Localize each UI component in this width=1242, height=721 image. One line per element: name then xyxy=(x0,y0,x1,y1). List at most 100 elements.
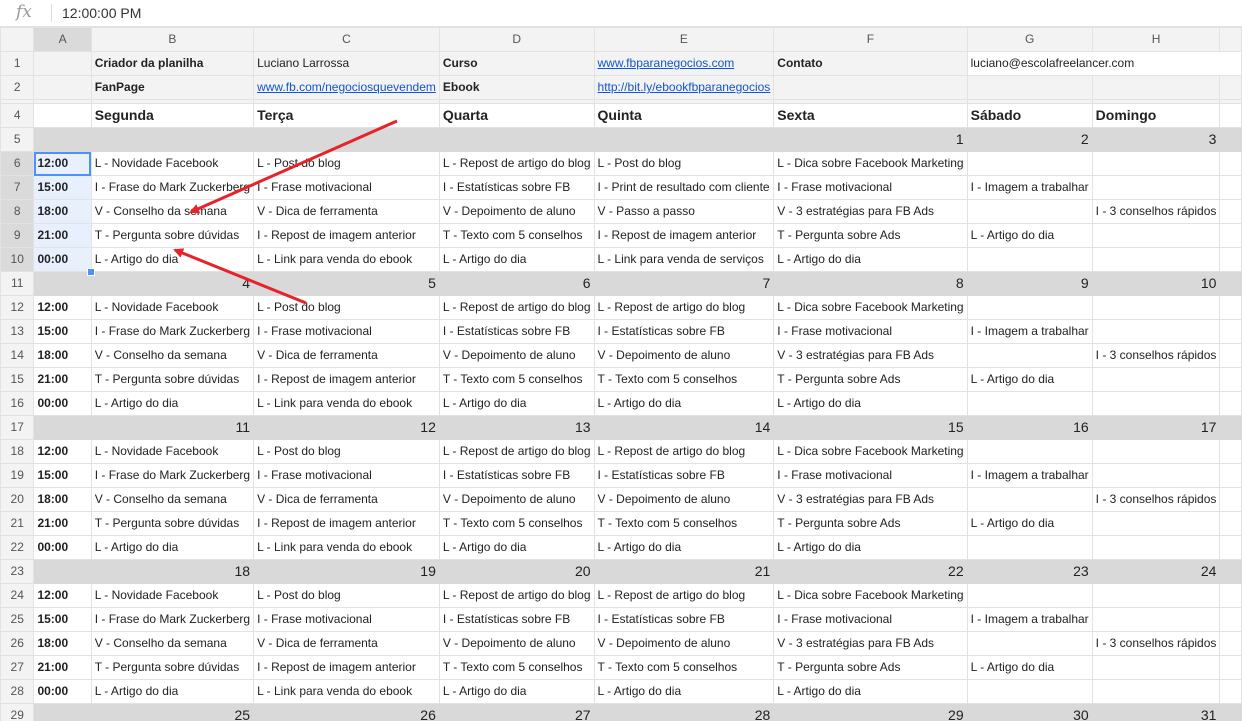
time-cell[interactable]: 15:00 xyxy=(33,175,92,200)
date-cell[interactable] xyxy=(90,127,255,152)
post-cell[interactable]: I - Frase do Mark Zuckerberg xyxy=(90,463,255,488)
row-header[interactable]: 11 xyxy=(0,271,35,296)
post-cell[interactable]: L - Post do blog xyxy=(253,151,440,176)
post-cell[interactable]: V - Dica de ferramenta xyxy=(253,487,440,512)
cell[interactable] xyxy=(1219,75,1242,100)
date-cell[interactable] xyxy=(438,127,595,152)
date-cell[interactable]: 26 xyxy=(253,703,440,721)
time-cell[interactable]: 15:00 xyxy=(33,319,92,344)
cell[interactable] xyxy=(1091,75,1221,100)
post-cell[interactable]: V - Depoimento de aluno xyxy=(438,631,595,656)
cell[interactable] xyxy=(1219,487,1242,512)
date-cell[interactable] xyxy=(253,127,440,152)
post-cell[interactable]: V - Depoimento de aluno xyxy=(593,343,775,368)
post-cell[interactable]: L - Artigo do dia xyxy=(90,535,255,560)
time-cell[interactable]: 21:00 xyxy=(33,511,92,536)
post-cell[interactable]: L - Artigo do dia xyxy=(966,655,1093,680)
date-cell[interactable]: 28 xyxy=(593,703,775,721)
post-cell[interactable]: L - Novidade Facebook xyxy=(90,583,255,608)
cell[interactable] xyxy=(1219,583,1242,608)
post-cell[interactable]: L - Artigo do dia xyxy=(90,679,255,704)
post-cell[interactable]: I - Repost de imagem anterior xyxy=(253,655,440,680)
post-cell[interactable] xyxy=(1091,223,1221,248)
cell[interactable] xyxy=(1219,367,1242,392)
post-cell[interactable]: V - 3 estratégias para FB Ads xyxy=(773,199,968,224)
time-cell[interactable]: 21:00 xyxy=(33,367,92,392)
post-cell[interactable]: V - Conselho da semana xyxy=(90,487,255,512)
row-header[interactable]: 4 xyxy=(0,103,35,128)
date-cell[interactable]: 12 xyxy=(253,415,440,440)
post-cell[interactable] xyxy=(1091,439,1221,464)
post-cell[interactable]: L - Dica sobre Facebook Marketing xyxy=(773,439,968,464)
date-cell[interactable]: 30 xyxy=(966,703,1093,721)
date-cell[interactable]: 4 xyxy=(90,271,255,296)
cell[interactable] xyxy=(1219,655,1242,680)
cell[interactable] xyxy=(1219,559,1242,584)
cell[interactable] xyxy=(1219,103,1242,128)
date-cell[interactable]: 7 xyxy=(593,271,775,296)
post-cell[interactable]: I - Frase motivacional xyxy=(773,463,968,488)
date-cell[interactable]: 24 xyxy=(1091,559,1221,584)
post-cell[interactable]: L - Artigo do dia xyxy=(438,391,595,416)
post-cell[interactable] xyxy=(1091,295,1221,320)
date-cell[interactable]: 6 xyxy=(438,271,595,296)
post-cell[interactable]: L - Post do blog xyxy=(253,295,440,320)
post-cell[interactable] xyxy=(966,535,1093,560)
date-cell[interactable]: 8 xyxy=(773,271,968,296)
post-cell[interactable]: T - Pergunta sobre Ads xyxy=(773,223,968,248)
column-header-f[interactable]: F xyxy=(773,27,968,52)
post-cell[interactable]: T - Pergunta sobre dúvidas xyxy=(90,511,255,536)
cell[interactable] xyxy=(33,559,92,584)
post-cell[interactable] xyxy=(1091,391,1221,416)
column-header-b[interactable]: B xyxy=(90,27,255,52)
cell[interactable] xyxy=(1219,463,1242,488)
post-cell[interactable]: V - Dica de ferramenta xyxy=(253,631,440,656)
post-cell[interactable]: I - Frase motivacional xyxy=(253,463,440,488)
cell[interactable] xyxy=(1219,199,1242,224)
post-cell[interactable]: L - Repost de artigo do blog xyxy=(593,439,775,464)
date-cell[interactable]: 29 xyxy=(773,703,968,721)
post-cell[interactable]: I - 3 conselhos rápidos xyxy=(1091,343,1221,368)
row-header[interactable]: 27 xyxy=(0,655,35,680)
post-cell[interactable]: L - Artigo do dia xyxy=(438,535,595,560)
post-cell[interactable]: I - 3 conselhos rápidos xyxy=(1091,487,1221,512)
post-cell[interactable]: V - Passo a passo xyxy=(593,199,775,224)
cell[interactable] xyxy=(1219,631,1242,656)
post-cell[interactable]: L - Artigo do dia xyxy=(90,391,255,416)
fill-handle[interactable] xyxy=(87,267,96,276)
post-cell[interactable]: L - Dica sobre Facebook Marketing xyxy=(773,151,968,176)
column-header-extra[interactable] xyxy=(1219,27,1242,52)
post-cell[interactable]: L - Link para venda do ebook xyxy=(253,679,440,704)
cell[interactable] xyxy=(1219,679,1242,704)
column-header-c[interactable]: C xyxy=(253,27,440,52)
cell[interactable] xyxy=(773,75,968,100)
date-cell[interactable]: 10 xyxy=(1091,271,1221,296)
time-cell[interactable]: 12:00 xyxy=(33,295,92,320)
post-cell[interactable]: L - Link para venda do ebook xyxy=(253,535,440,560)
cell[interactable] xyxy=(33,75,92,100)
ebook-link[interactable]: http://bit.ly/ebookfbparanegocios xyxy=(593,75,775,100)
post-cell[interactable]: T - Texto com 5 conselhos xyxy=(593,511,775,536)
cell[interactable] xyxy=(1219,535,1242,560)
post-cell[interactable] xyxy=(1091,535,1221,560)
post-cell[interactable]: L - Post do blog xyxy=(253,583,440,608)
column-header-g[interactable]: G xyxy=(966,27,1093,52)
post-cell[interactable]: I - Frase motivacional xyxy=(773,175,968,200)
post-cell[interactable]: L - Novidade Facebook xyxy=(90,295,255,320)
post-cell[interactable] xyxy=(966,583,1093,608)
post-cell[interactable]: I - Estatísticas sobre FB xyxy=(438,175,595,200)
post-cell[interactable]: T - Texto com 5 conselhos xyxy=(593,367,775,392)
date-cell[interactable]: 1 xyxy=(773,127,968,152)
time-cell[interactable]: 21:00 xyxy=(33,223,92,248)
row-header[interactable]: 16 xyxy=(0,391,35,416)
post-cell[interactable]: T - Pergunta sobre dúvidas xyxy=(90,655,255,680)
cell[interactable] xyxy=(1219,415,1242,440)
row-header[interactable]: 20 xyxy=(0,487,35,512)
post-cell[interactable]: V - Depoimento de aluno xyxy=(438,199,595,224)
column-header-h[interactable]: H xyxy=(1091,27,1221,52)
post-cell[interactable]: T - Texto com 5 conselhos xyxy=(438,223,595,248)
post-cell[interactable]: T - Pergunta sobre Ads xyxy=(773,655,968,680)
post-cell[interactable]: L - Repost de artigo do blog xyxy=(593,583,775,608)
post-cell[interactable] xyxy=(966,151,1093,176)
time-cell[interactable]: 00:00 xyxy=(33,535,92,560)
